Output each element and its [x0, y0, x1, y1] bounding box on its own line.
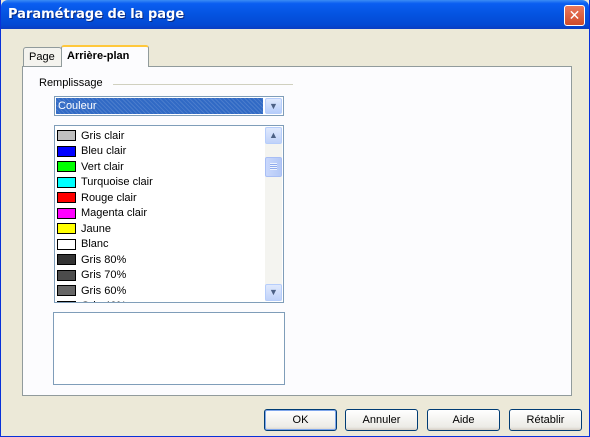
preview-box — [53, 312, 285, 385]
ok-button[interactable]: OK — [264, 409, 337, 431]
chevron-down-icon[interactable]: ▼ — [265, 98, 282, 114]
color-name: Blanc — [81, 238, 109, 251]
list-item[interactable]: Vert clair — [57, 159, 262, 175]
color-swatch — [57, 130, 76, 142]
list-item[interactable]: Gris 70% — [57, 268, 262, 284]
color-list[interactable]: Gris clair Bleu clair Vert clair Turquoise … — [54, 125, 284, 303]
list-item[interactable]: Blanc — [57, 237, 262, 253]
tab-page[interactable]: Page — [23, 47, 62, 66]
color-name: Turquoise clair — [81, 176, 153, 189]
list-item[interactable]: Bleu clair — [57, 144, 262, 160]
color-list-items: Gris clair Bleu clair Vert clair Turquoise … — [57, 128, 262, 302]
color-name: Gris clair — [81, 129, 125, 142]
color-name: Gris 40% — [81, 300, 126, 302]
page-setup-dialog: Paramétrage de la page ✕ Page Arrière-pl… — [0, 0, 590, 437]
fill-group-label: Remplissage — [39, 77, 109, 89]
close-button[interactable]: ✕ — [564, 5, 585, 26]
group-divider — [113, 84, 293, 85]
scroll-up-icon[interactable]: ▲ — [265, 127, 282, 144]
color-swatch — [57, 238, 76, 250]
close-icon: ✕ — [568, 7, 581, 23]
list-item[interactable]: Turquoise clair — [57, 175, 262, 191]
list-item[interactable]: Gris 80% — [57, 252, 262, 268]
color-name: Vert clair — [81, 160, 124, 173]
list-item[interactable]: Gris clair — [57, 128, 262, 144]
color-swatch — [57, 176, 76, 188]
color-swatch — [57, 207, 76, 219]
color-name: Gris 70% — [81, 269, 127, 282]
color-name: Gris 80% — [81, 253, 127, 266]
color-list-scrollbar[interactable]: ▲ ▼ — [265, 127, 282, 301]
scroll-thumb[interactable] — [265, 157, 282, 177]
color-swatch — [57, 145, 76, 157]
color-name: Bleu clair — [81, 145, 127, 158]
cancel-button[interactable]: Annuler — [345, 409, 418, 431]
fill-type-select[interactable]: Couleur ▼ — [54, 96, 284, 116]
color-swatch — [57, 192, 76, 204]
color-name: Rouge clair — [81, 191, 137, 204]
list-item[interactable]: Rouge clair — [57, 190, 262, 206]
tab-background[interactable]: Arrière-plan — [61, 45, 149, 67]
color-name: Magenta clair — [81, 207, 148, 220]
color-swatch — [57, 161, 76, 173]
color-swatch — [57, 285, 76, 297]
window-title: Paramétrage de la page — [8, 7, 185, 22]
title-bar[interactable]: Paramétrage de la page ✕ — [1, 0, 589, 29]
list-item[interactable]: Gris 40% — [57, 299, 262, 302]
help-button[interactable]: Aide — [427, 409, 500, 431]
color-swatch — [57, 269, 76, 281]
reset-button[interactable]: Rétablir — [509, 409, 582, 431]
color-swatch — [57, 300, 76, 302]
background-panel: Remplissage Couleur ▼ Gris clair Bleu cla… — [22, 66, 572, 396]
list-item[interactable]: Magenta clair — [57, 206, 262, 222]
list-item[interactable]: Jaune — [57, 221, 262, 237]
color-name: Gris 60% — [81, 284, 127, 297]
scroll-down-icon[interactable]: ▼ — [265, 284, 282, 301]
fill-type-value: Couleur — [56, 98, 263, 114]
color-swatch — [57, 223, 76, 235]
list-item[interactable]: Gris 60% — [57, 283, 262, 299]
color-swatch — [57, 254, 76, 266]
color-name: Jaune — [81, 222, 111, 235]
